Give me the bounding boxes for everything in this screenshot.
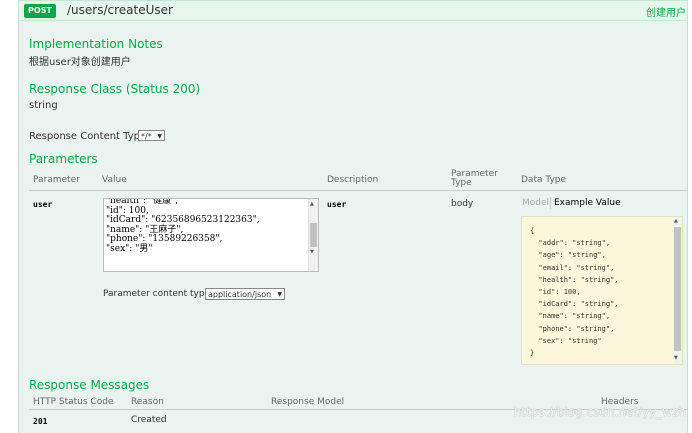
scroll-up-icon[interactable]: ▲ — [674, 218, 678, 224]
divider — [550, 197, 551, 209]
param-content-type-value: application/json — [208, 290, 272, 299]
col-value: Value — [102, 175, 127, 185]
implementation-notes-text: 根据user对象创建用户 — [29, 57, 131, 68]
param-value-textarea[interactable]: "health": "健康", "id": 100, "idCard": "6235… — [103, 198, 319, 272]
param-type: body — [451, 199, 474, 209]
response-class-value: string — [29, 100, 58, 111]
tab-model[interactable]: Model — [522, 198, 549, 208]
scroll-down-icon[interactable]: ▼ — [310, 249, 314, 255]
textarea-scrollbar[interactable]: ▲ ▼ — [308, 199, 318, 271]
chevron-down-icon: ▼ — [277, 291, 282, 298]
param-name: user — [33, 200, 53, 209]
col-description: Description — [327, 175, 379, 185]
response-messages-title: Response Messages — [29, 378, 150, 392]
param-content-type-select[interactable]: application/json ▼ — [205, 288, 285, 300]
scrollbar-thumb[interactable] — [310, 223, 317, 247]
implementation-notes-title: Implementation Notes — [29, 37, 163, 51]
watermark: https://blog.csdn.net/yy_wzh — [513, 405, 686, 419]
example-value-code: { "addr": "string", "age": "string", "em… — [530, 227, 619, 358]
response-code: 201 — [33, 417, 48, 426]
col-status-code: HTTP Status Code — [33, 397, 114, 407]
col-reason: Reason — [131, 397, 164, 407]
response-content-type-select[interactable]: */* ▼ — [138, 130, 165, 141]
col-response-model: Response Model — [271, 397, 345, 407]
parameters-title: Parameters — [29, 152, 98, 166]
response-class-title: Response Class (Status 200) — [29, 82, 201, 96]
example-scrollbar[interactable]: ▲ ▼ — [673, 217, 682, 364]
response-reason: Created — [131, 415, 167, 425]
response-content-type-label: Response Content Type — [29, 131, 147, 142]
endpoint-summary[interactable]: 创建用户 — [646, 4, 686, 19]
scroll-up-icon[interactable]: ▲ — [310, 201, 314, 207]
param-value-code: "health": "健康", "id": 100, "idCard": "6235… — [106, 198, 260, 254]
param-description: user — [327, 200, 347, 209]
tab-example-value[interactable]: Example Value — [554, 198, 621, 208]
param-content-type-label: Parameter content type: — [103, 289, 214, 299]
chevron-down-icon: ▼ — [157, 133, 162, 140]
col-parameter-type: Parameter Type — [451, 169, 498, 188]
col-parameter: Parameter — [33, 175, 80, 185]
scroll-down-icon[interactable]: ▼ — [674, 355, 678, 361]
endpoint-path[interactable]: /users/createUser — [67, 3, 173, 17]
response-content-type-value: */* — [141, 132, 152, 141]
http-method-badge[interactable]: POST — [24, 4, 56, 18]
col-data-type: Data Type — [521, 175, 567, 185]
scrollbar-thumb[interactable] — [674, 227, 681, 351]
example-value-box[interactable]: { "addr": "string", "age": "string", "em… — [521, 216, 683, 365]
